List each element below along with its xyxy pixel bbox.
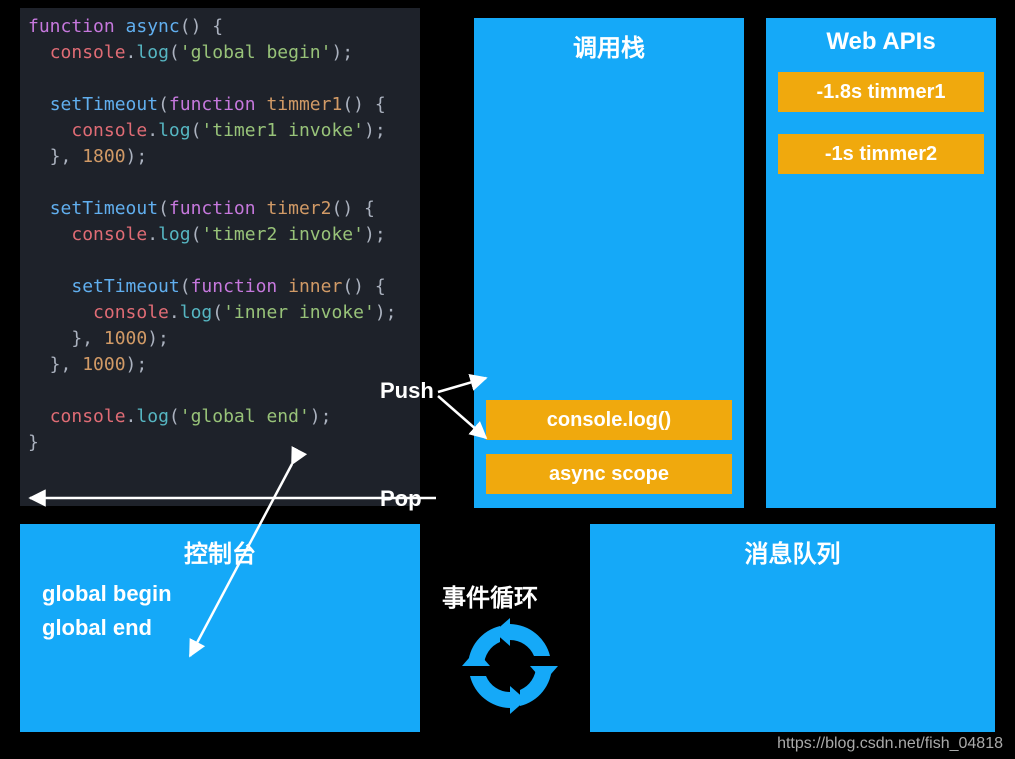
console-output-line: global begin xyxy=(20,577,420,611)
pop-label: Pop xyxy=(380,486,422,512)
console-title: 控制台 xyxy=(20,524,420,577)
timer-entry: -1s timmer2 xyxy=(778,134,984,174)
message-queue-panel: 消息队列 xyxy=(590,524,995,732)
event-loop-icon xyxy=(460,616,560,716)
timer-entry: -1.8s timmer1 xyxy=(778,72,984,112)
web-apis-panel: Web APIs -1.8s timmer1 -1s timmer2 xyxy=(766,18,996,508)
message-queue-title: 消息队列 xyxy=(590,524,995,577)
call-stack-title: 调用栈 xyxy=(474,18,744,71)
call-stack-panel: 调用栈 console.log() async scope xyxy=(474,18,744,508)
push-label: Push xyxy=(380,378,434,404)
web-apis-title: Web APIs xyxy=(766,18,996,64)
watermark: https://blog.csdn.net/fish_04818 xyxy=(777,735,1003,753)
console-panel: 控制台 global begin global end xyxy=(20,524,420,732)
stack-frame: console.log() xyxy=(486,400,732,440)
event-loop-label: 事件循环 xyxy=(442,578,538,613)
stack-frame: async scope xyxy=(486,454,732,494)
console-output-line: global end xyxy=(20,611,420,645)
code-editor: function async() { console.log('global b… xyxy=(20,8,420,506)
